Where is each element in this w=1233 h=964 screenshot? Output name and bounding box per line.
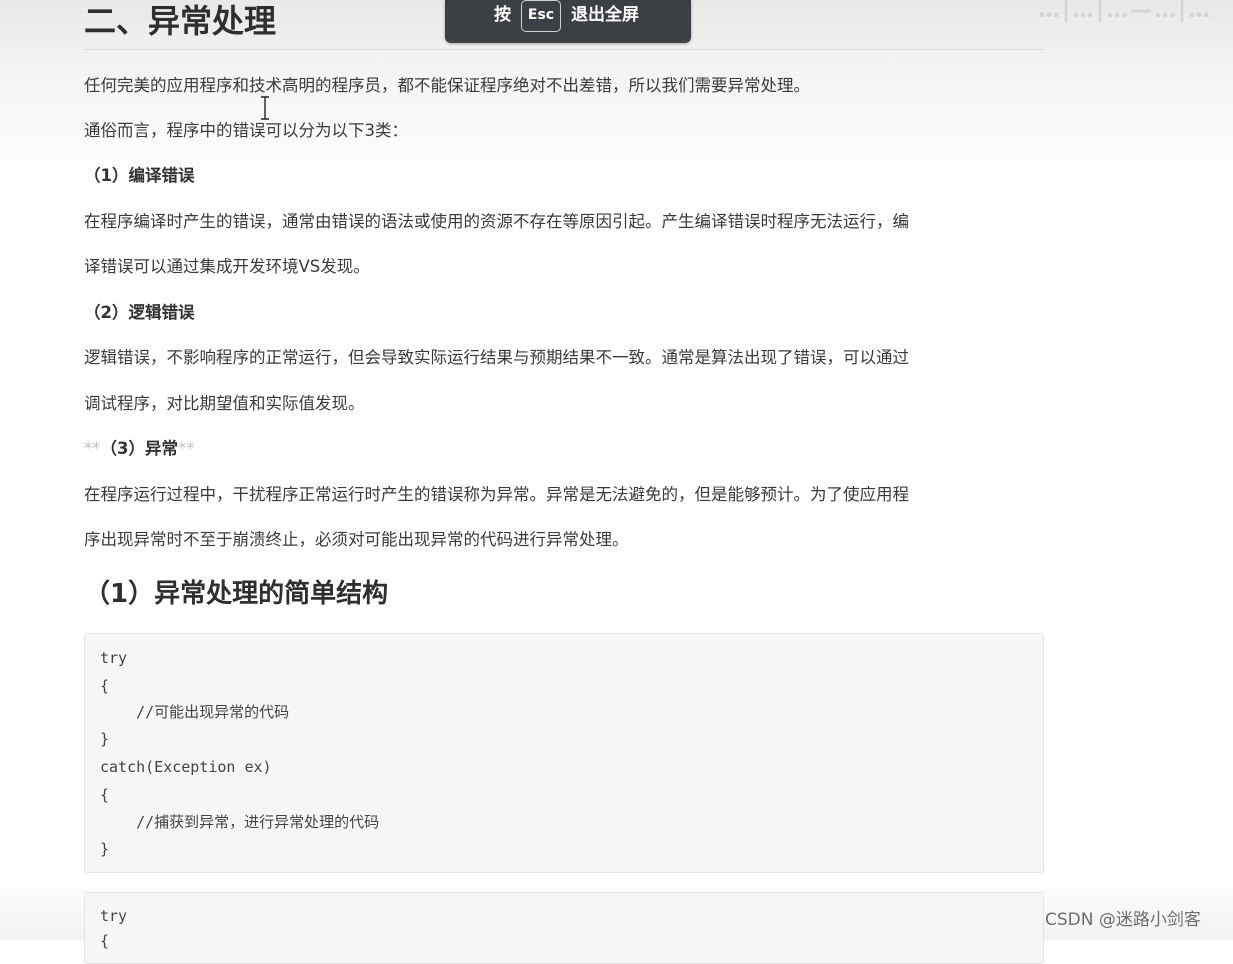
code-comment-line: //捕获到异常，进行异常处理的代码 (100, 813, 380, 831)
exception-line-1: 在程序运行过程中，干扰程序正常运行时产生的错误称为异常。异常是无法避免的，但是能… (84, 485, 909, 504)
code-line: try (100, 649, 128, 667)
text-cursor-icon (261, 96, 269, 120)
code-line: { (100, 677, 110, 695)
heading-divider (84, 49, 1044, 50)
faded-background-text: …|…|…—…|… (1038, 0, 1213, 22)
exception-line-2: 序出现异常时不至于崩溃终止，必须对可能出现异常的代码进行异常处理。 (84, 530, 629, 549)
subsection-heading: （1）异常处理的简单结构 (84, 579, 389, 609)
csdn-watermark: CSDN @迷路小剑客 (1045, 910, 1201, 930)
categories-intro: 通俗而言，程序中的错误可以分为以下3类： (84, 121, 408, 140)
logic-error-line-2: 调试程序，对比期望值和实际值发现。 (84, 394, 365, 413)
code-line: } (100, 730, 110, 748)
esc-key-badge: Esc (521, 0, 561, 32)
code-line: { (100, 786, 110, 804)
code-line: catch(Exception ex) (100, 758, 272, 776)
intro-paragraph: 任何完美的应用程序和技术高明的程序员，都不能保证程序绝对不出差错，所以我们需要异… (84, 76, 810, 95)
code-line: { (100, 932, 110, 950)
exception-title: （3）异常 (100, 439, 178, 458)
exit-fullscreen-label: 退出全屏 (571, 5, 639, 25)
compile-error-line-2: 译错误可以通过集成开发环境VS发现。 (84, 257, 370, 276)
exit-fullscreen-banner[interactable]: 按 Esc 退出全屏 (445, 0, 691, 43)
code-line: try (100, 907, 128, 925)
press-label: 按 (494, 5, 511, 25)
markdown-stars-open: ** (84, 439, 101, 458)
code-comment-line: //可能出现异常的代码 (100, 703, 290, 721)
code-line: } (100, 840, 110, 858)
logic-error-line-1: 逻辑错误，不影响程序的正常运行，但会导致实际运行结果与预期结果不一致。通常是算法… (84, 348, 909, 367)
section-heading: 二、异常处理 (84, 2, 277, 40)
logic-error-title: （2）逻辑错误 (84, 303, 195, 322)
code-block-second: try { (84, 892, 1044, 964)
markdown-stars-close: ** (177, 439, 195, 458)
exception-title-row: **（3）异常** (84, 438, 1044, 460)
compile-error-line-1: 在程序编译时产生的错误，通常由错误的语法或使用的资源不存在等原因引起。产生编译错… (84, 212, 909, 231)
compile-error-title: （1）编译错误 (84, 166, 195, 185)
code-block-try-catch: try { //可能出现异常的代码 } catch(Exception ex) … (84, 633, 1044, 873)
